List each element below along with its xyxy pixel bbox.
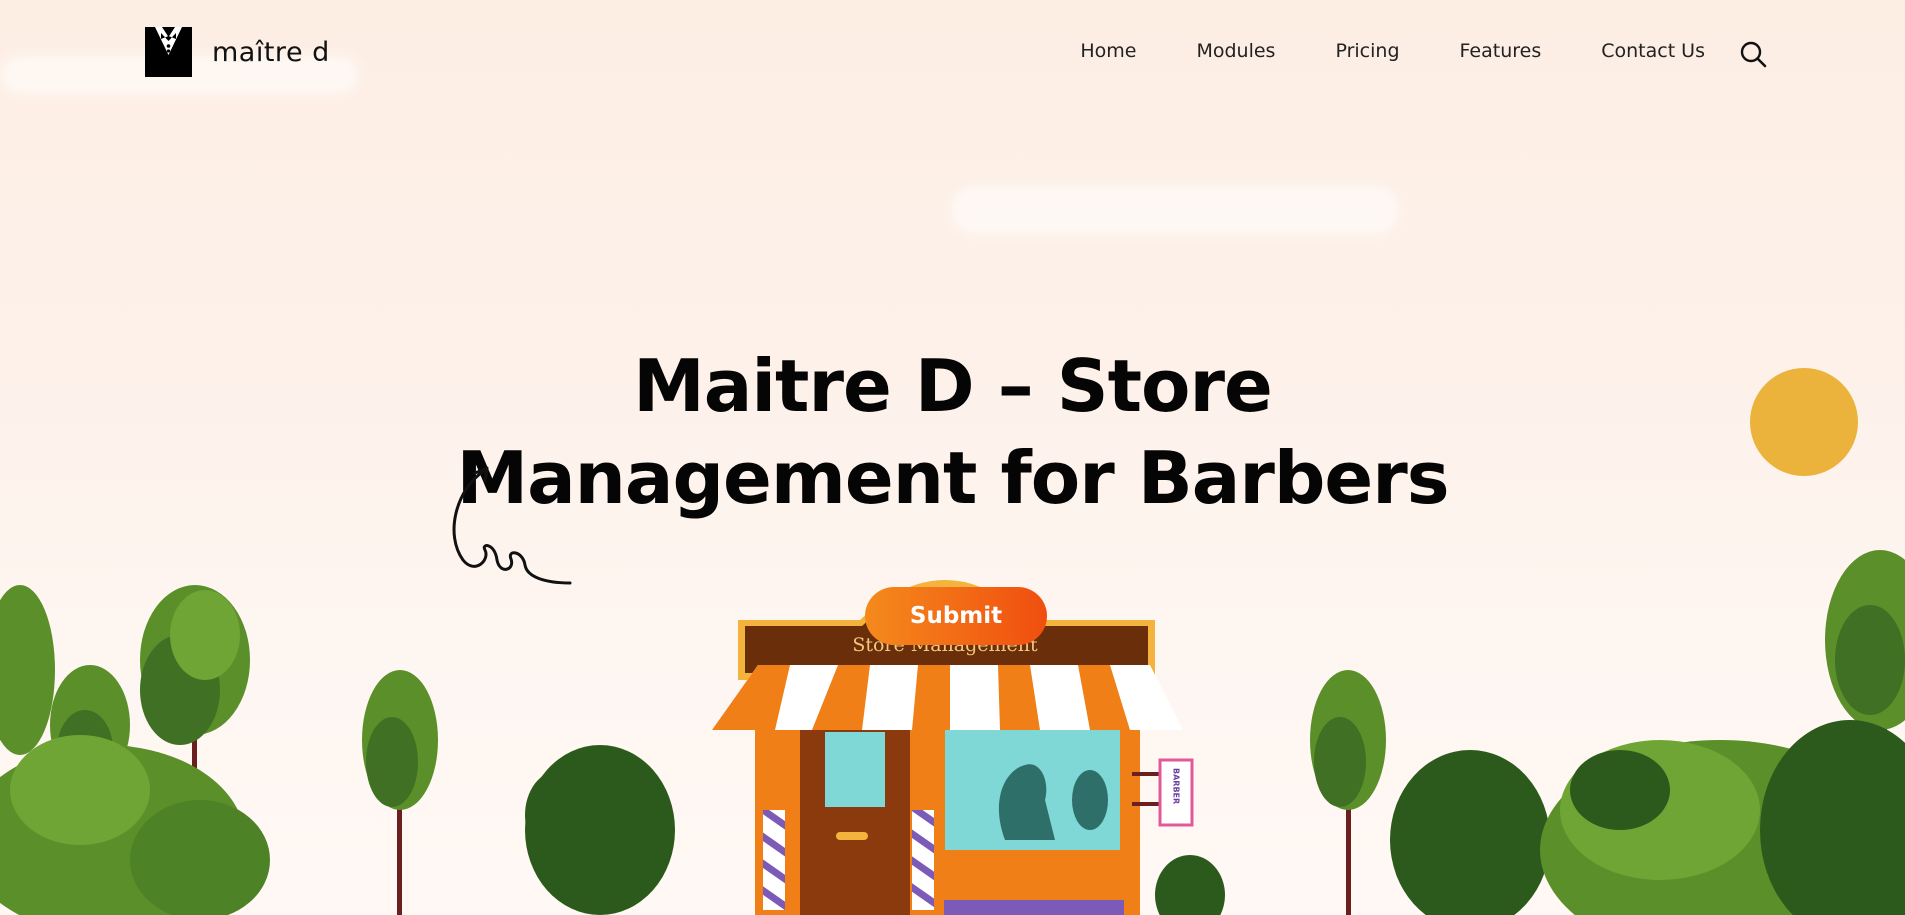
search-icon[interactable]	[1739, 40, 1767, 68]
tree-icon	[362, 670, 438, 915]
tuxedo-logo-icon	[145, 27, 192, 77]
barber-sign-text: BARBER	[1172, 768, 1181, 804]
tree-icon	[1310, 670, 1386, 915]
bush-icon	[0, 735, 270, 915]
hero-title: Maitre D – Store Management for Barbers	[0, 340, 1905, 524]
nav-features[interactable]: Features	[1460, 40, 1542, 62]
bush-icon	[525, 745, 675, 915]
background-cloud	[950, 185, 1400, 235]
hero-title-line1: Maitre D – Store	[633, 344, 1273, 428]
brand-link[interactable]: maître d	[145, 27, 330, 77]
bush-icon	[1155, 855, 1225, 915]
brand-name: maître d	[212, 36, 330, 68]
sun-decoration	[1750, 368, 1858, 476]
hero-title-line2: Management for Barbers	[456, 436, 1449, 520]
nav-modules[interactable]: Modules	[1196, 40, 1275, 62]
nav-home[interactable]: Home	[1080, 40, 1136, 62]
nav-contact-us[interactable]: Contact Us	[1601, 40, 1705, 62]
main-nav: Home Modules Pricing Features Contact Us	[1020, 40, 1705, 62]
nav-pricing[interactable]: Pricing	[1335, 40, 1399, 62]
site-header: maître d Home Modules Pricing Features C…	[0, 0, 1905, 105]
bush-icon	[1390, 720, 1905, 915]
submit-button[interactable]: Submit	[865, 587, 1047, 645]
